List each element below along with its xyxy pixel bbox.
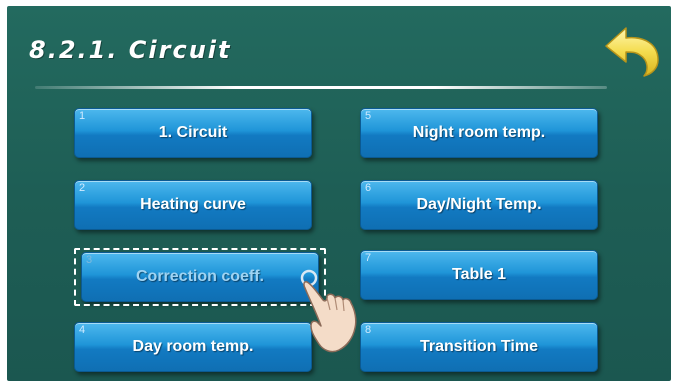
button-label: 1. Circuit bbox=[158, 124, 228, 141]
button-heating-curve[interactable]: 2 Heating curve bbox=[74, 180, 312, 230]
back-arrow-icon bbox=[605, 27, 659, 77]
title-divider bbox=[35, 86, 607, 89]
button-table-1[interactable]: 7 Table 1 bbox=[360, 250, 598, 300]
back-button[interactable] bbox=[602, 22, 664, 80]
button-label: Table 1 bbox=[452, 266, 506, 283]
button-label: Night room temp. bbox=[412, 124, 546, 141]
button-label: Day room temp. bbox=[132, 338, 254, 355]
page-title: 8.2.1. Circuit bbox=[29, 36, 232, 64]
button-day-night-temp[interactable]: 6 Day/Night Temp. bbox=[360, 180, 598, 230]
button-label: Day/Night Temp. bbox=[416, 196, 542, 213]
screen: 8.2.1. Circuit 1 1. Circuit 2 Heating cu… bbox=[7, 6, 671, 381]
button-transition-time[interactable]: 8 Transition Time bbox=[360, 322, 598, 372]
button-label: Transition Time bbox=[420, 338, 538, 355]
pointing-hand-icon bbox=[297, 268, 375, 356]
button-night-room-temp[interactable]: 5 Night room temp. bbox=[360, 108, 598, 158]
button-day-room-temp[interactable]: 4 Day room temp. bbox=[74, 322, 312, 372]
button-1-circuit[interactable]: 1 1. Circuit bbox=[74, 108, 312, 158]
selection-focus-ring bbox=[74, 248, 326, 306]
button-label: Heating curve bbox=[140, 196, 246, 213]
